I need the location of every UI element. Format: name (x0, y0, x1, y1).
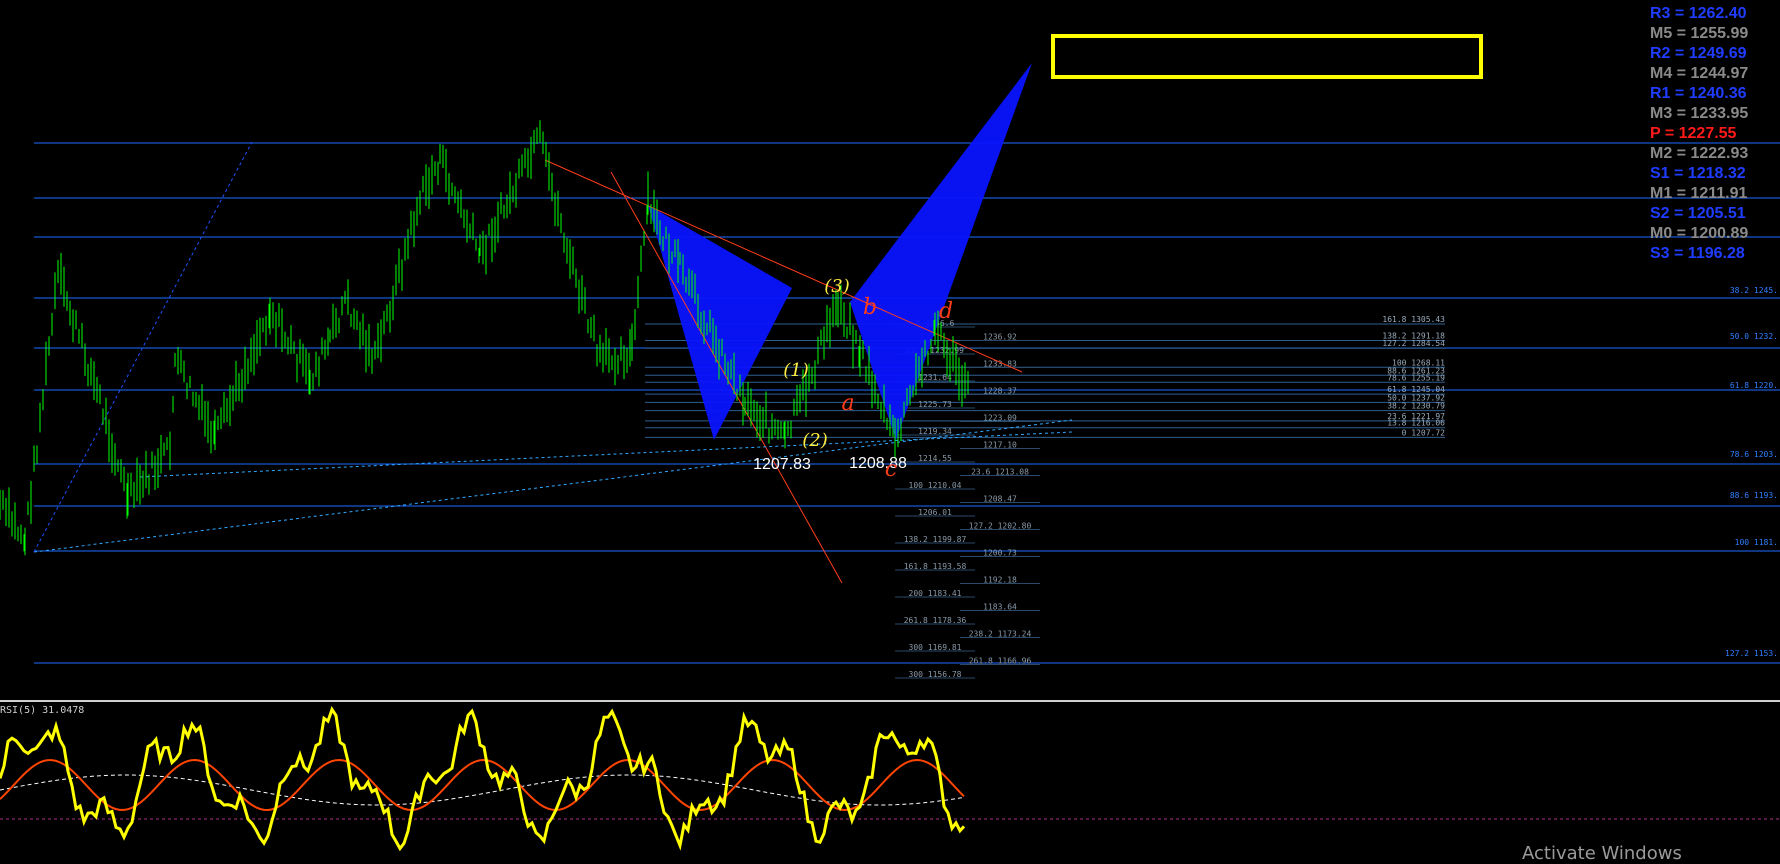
fib-mid-label: 261.8 1166.96 (969, 657, 1032, 666)
fib-mid-label: 100 1210.04 (909, 481, 962, 490)
fib-mid-label: 1236.92 (983, 333, 1017, 342)
wave-label-yellow: (2) (802, 430, 828, 451)
pivot-level-7: M2 = 1222.93 (1650, 145, 1749, 162)
fib-level-label: 13.8 1216.06 (1387, 419, 1445, 428)
pattern-triangle-xab (648, 205, 792, 440)
pivot-level-6: P = 1227.55 (1650, 125, 1737, 142)
pivot-level-2: R2 = 1249.69 (1650, 45, 1747, 62)
pivot-level-0: R3 = 1262.40 (1650, 5, 1747, 22)
fib-level-label: 161.8 1305.43 (1382, 315, 1445, 324)
low-price-label: 1207.83 (753, 456, 811, 473)
fib-mid-label: 161.8 1193.58 (904, 562, 967, 571)
pivot-level-12: S3 = 1196.28 (1650, 245, 1745, 262)
fib-mid-label: 1183.64 (983, 603, 1017, 612)
fib-right-label: 78.6 1203. (1730, 450, 1778, 459)
fib-mid-label: 1219.34 (918, 427, 952, 436)
fib-mid-label: 127.2 1202.80 (969, 522, 1032, 531)
fib-right-label: 127.2 1153. (1725, 649, 1778, 658)
target-box (1051, 34, 1483, 79)
fib-right-label: 50.0 1232. (1730, 332, 1778, 341)
fib-mid-label: 1225.73 (918, 400, 952, 409)
fib-mid-label: 138.2 1199.87 (904, 535, 967, 544)
rsi-label: RSI(5) 31.0478 (0, 705, 85, 716)
fib-mid-label: 1208.47 (983, 495, 1017, 504)
rsi-slow-line (0, 774, 965, 806)
pivot-level-11: M0 = 1200.89 (1650, 225, 1749, 242)
wave-label-yellow: (1) (783, 360, 809, 381)
fib-mid-label: 1214.55 (918, 454, 952, 463)
fib-right-label: 100 1181. (1735, 538, 1778, 547)
fib-level-label: 38.2 1230.79 (1387, 402, 1445, 411)
fib-right-label: 88.6 1193. (1730, 491, 1778, 500)
pivot-level-1: M5 = 1255.99 (1650, 25, 1749, 42)
rsi-line (0, 706, 966, 852)
fib-mid-label: 261.8 1178.36 (904, 616, 967, 625)
fib-mid-label: 300 1169.81 (909, 643, 962, 652)
activate-windows-watermark: Activate Windows (1522, 843, 1682, 864)
fib-mid-label: 1223.09 (983, 414, 1017, 423)
pivot-levels-panel: R3 = 1262.40 M5 = 1255.99 R2 = 1249.69 M4 =… (1650, 4, 1760, 264)
fib-level-label: 127.2 1284.54 (1382, 339, 1445, 348)
wave-label-red: d (939, 299, 953, 324)
wave-label-red: b (863, 295, 877, 320)
pivot-level-9: M1 = 1211.91 (1650, 185, 1748, 202)
fib-mid-label: 1206.01 (918, 508, 952, 517)
fib-level-label: 0 1207.72 (1402, 428, 1446, 437)
wave-label-red: a (841, 391, 854, 416)
pivot-level-10: S2 = 1205.51 (1650, 205, 1746, 222)
fib-mid-label: 238.2 1173.24 (969, 630, 1032, 639)
fib-level-label: 78.6 1255.19 (1387, 373, 1445, 382)
fib-mid-label: 1192.18 (983, 576, 1017, 585)
pivot-level-5: M3 = 1233.95 (1650, 105, 1749, 122)
fib-mid-label: 1200.73 (983, 549, 1017, 558)
low-price-label: 1208.88 (849, 455, 907, 472)
fib-mid-label: 300 1156.78 (909, 670, 962, 679)
fib-mid-label: 1228.37 (983, 387, 1017, 396)
fib-right-label: 38.2 1245. (1730, 286, 1778, 295)
fib-right-label: 61.8 1220. (1730, 381, 1778, 390)
pivot-level-4: R1 = 1240.36 (1650, 85, 1747, 102)
pattern-triangle-bcd (850, 63, 1032, 440)
fib-mid-label: 23.6 1213.08 (971, 468, 1029, 477)
wave-label-yellow: (3) (824, 276, 850, 297)
price-chart: 161.8 1305.43138.2 1291.18127.2 1284.541… (0, 34, 1780, 852)
wave-label-red: c (885, 457, 897, 482)
fib-mid-label: 1217.10 (983, 441, 1017, 450)
pivot-level-3: M4 = 1244.97 (1650, 65, 1749, 82)
pivot-level-8: S1 = 1218.32 (1650, 165, 1746, 182)
fib-mid-label: 200 1183.41 (909, 589, 962, 598)
